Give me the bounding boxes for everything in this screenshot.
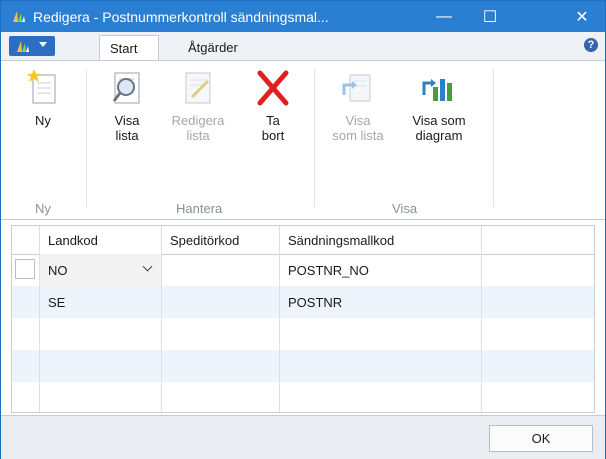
- row-selector-header: [12, 226, 40, 254]
- group-label-ny: Ny: [35, 201, 51, 216]
- landkod-cell[interactable]: SE: [40, 286, 162, 318]
- delete-icon: [257, 70, 289, 106]
- chevron-down-icon: [39, 42, 47, 47]
- landkod-value: NO: [48, 262, 68, 278]
- application-menu-button[interactable]: [9, 36, 55, 56]
- show-as-list-label-2: som lista: [332, 128, 384, 143]
- table-row-empty[interactable]: [12, 318, 594, 350]
- show-as-list-button[interactable]: Visa som lista: [327, 69, 389, 143]
- close-button[interactable]: ✕: [559, 1, 605, 32]
- column-header-speditorkod[interactable]: Speditörkod: [162, 226, 280, 254]
- edit-list-label: Redigera: [171, 113, 225, 128]
- filler-cell: [482, 318, 594, 350]
- view-list-label-2: lista: [115, 128, 139, 143]
- row-selector[interactable]: [12, 286, 40, 318]
- ok-button[interactable]: OK: [489, 425, 593, 452]
- group-separator: [493, 69, 494, 207]
- grid-header: Landkod Speditörkod Sändningsmallkod: [12, 226, 594, 255]
- chevron-down-icon[interactable]: [142, 261, 153, 272]
- dialog-window: Redigera - Postnummerkontroll sändningsm…: [0, 0, 606, 459]
- sandningsmallkod-cell[interactable]: POSTNR_NO: [280, 254, 482, 286]
- row-selector-box: [15, 259, 35, 279]
- tab-atgarder[interactable]: Åtgärder: [178, 35, 248, 60]
- group-label-visa: Visa: [392, 201, 418, 216]
- tab-start[interactable]: Start: [99, 35, 159, 61]
- data-grid: Landkod Speditörkod Sändningsmallkod NO …: [11, 225, 595, 413]
- group-label-hantera: Hantera: [176, 201, 223, 216]
- app-logo-icon: [13, 11, 25, 22]
- table-row-empty[interactable]: [12, 382, 594, 412]
- landkod-cell[interactable]: [40, 318, 162, 350]
- new-document-icon: [27, 69, 56, 104]
- title-bar[interactable]: Redigera - Postnummerkontroll sändningsm…: [1, 1, 605, 32]
- table-row-empty[interactable]: [12, 350, 594, 382]
- minimize-button[interactable]: —: [421, 1, 467, 32]
- filler-cell: [482, 382, 594, 412]
- delete-button[interactable]: Ta bort: [251, 69, 295, 143]
- speditorkod-cell[interactable]: [162, 318, 280, 350]
- speditorkod-cell[interactable]: [162, 382, 280, 412]
- new-button-label: Ny: [35, 113, 51, 128]
- table-row[interactable]: SE POSTNR: [12, 286, 594, 318]
- show-as-chart-label-2: diagram: [415, 128, 463, 143]
- dialog-footer: OK: [1, 415, 605, 459]
- sandningsmallkod-cell[interactable]: [280, 382, 482, 412]
- row-selector[interactable]: [12, 254, 40, 286]
- window-title: Redigera - Postnummerkontroll sändningsm…: [33, 9, 329, 25]
- chart-icon: [422, 79, 452, 101]
- help-icon[interactable]: ?: [584, 38, 598, 52]
- landkod-cell[interactable]: [40, 350, 162, 382]
- new-button[interactable]: Ny: [23, 69, 63, 128]
- sandningsmallkod-cell[interactable]: POSTNR: [280, 286, 482, 318]
- show-as-chart-label: Visa som: [412, 113, 466, 128]
- landkod-dropdown[interactable]: NO: [40, 254, 162, 286]
- show-as-list-label: Visa: [345, 113, 371, 128]
- sandningsmallkod-cell[interactable]: [280, 350, 482, 382]
- group-separator: [314, 69, 315, 207]
- delete-label-2: bort: [261, 128, 285, 143]
- filler-cell: [482, 254, 594, 286]
- sandningsmallkod-cell[interactable]: [280, 318, 482, 350]
- view-list-button[interactable]: Visa lista: [103, 69, 151, 143]
- ribbon-panel: Ny Ny Visa lista Redigera lista Ta bort …: [1, 60, 605, 220]
- filler-cell: [482, 350, 594, 382]
- column-header-landkod[interactable]: Landkod: [40, 226, 162, 254]
- show-as-list-icon: [342, 74, 371, 102]
- delete-label: Ta: [266, 113, 280, 128]
- row-selector[interactable]: [12, 350, 40, 382]
- speditorkod-cell[interactable]: [162, 254, 280, 286]
- filler-cell: [482, 286, 594, 318]
- edit-list-label-2: lista: [186, 128, 210, 143]
- edit-list-button[interactable]: Redigera lista: [167, 69, 229, 143]
- view-list-label: Visa: [114, 113, 140, 128]
- speditorkod-cell[interactable]: [162, 350, 280, 382]
- edit-list-icon: [185, 72, 211, 104]
- app-menu-logo-icon: [17, 41, 29, 52]
- group-separator: [86, 69, 87, 207]
- table-row[interactable]: NO POSTNR_NO: [12, 254, 594, 286]
- maximize-button[interactable]: ☐: [467, 1, 513, 32]
- column-header-sandningsmallkod[interactable]: Sändningsmallkod: [280, 226, 482, 254]
- ribbon-tab-bar: Start Åtgärder ?: [1, 32, 605, 61]
- landkod-cell[interactable]: [40, 382, 162, 412]
- speditorkod-cell[interactable]: [162, 286, 280, 318]
- column-header-filler: [482, 226, 594, 254]
- row-selector[interactable]: [12, 382, 40, 412]
- show-as-chart-button[interactable]: Visa som diagram: [405, 69, 473, 143]
- view-list-icon: [112, 72, 140, 104]
- row-selector[interactable]: [12, 318, 40, 350]
